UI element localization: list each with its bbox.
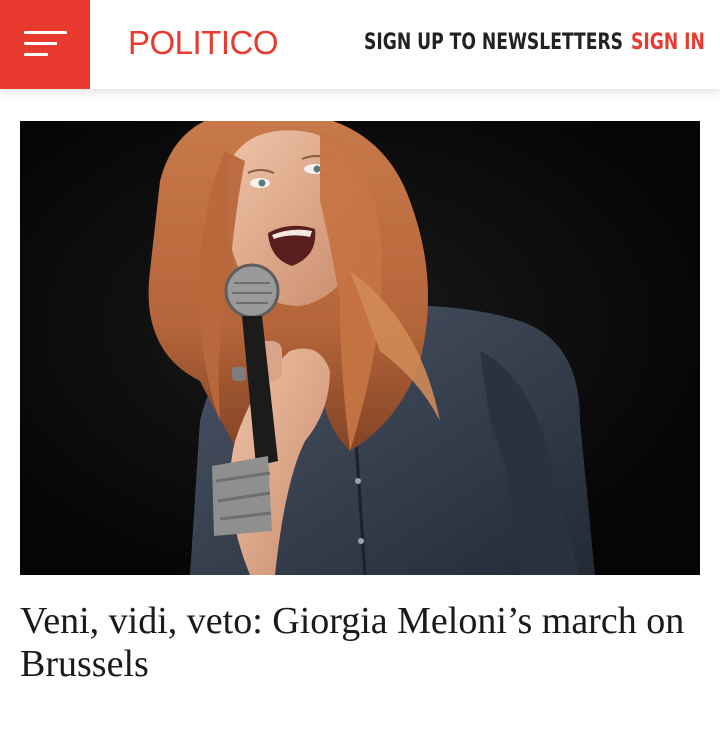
hamburger-menu-icon-bar [24, 42, 57, 45]
hero-photo [20, 121, 700, 575]
article-hero-image[interactable] [20, 121, 700, 575]
article-headline[interactable]: Veni, vidi, veto: Giorgia Meloni’s march… [20, 600, 700, 686]
sign-in-link[interactable]: SIGN IN [631, 24, 705, 62]
politico-logo[interactable]: POLITICO [128, 22, 279, 64]
menu-button[interactable] [0, 0, 90, 89]
newsletter-signup-link[interactable]: SIGN UP TO NEWSLETTERS [364, 24, 623, 62]
site-header: POLITICO SIGN UP TO NEWSLETTERS SIGN IN [0, 0, 720, 89]
hamburger-menu-icon [24, 31, 67, 34]
hamburger-menu-icon-bar [24, 53, 48, 56]
